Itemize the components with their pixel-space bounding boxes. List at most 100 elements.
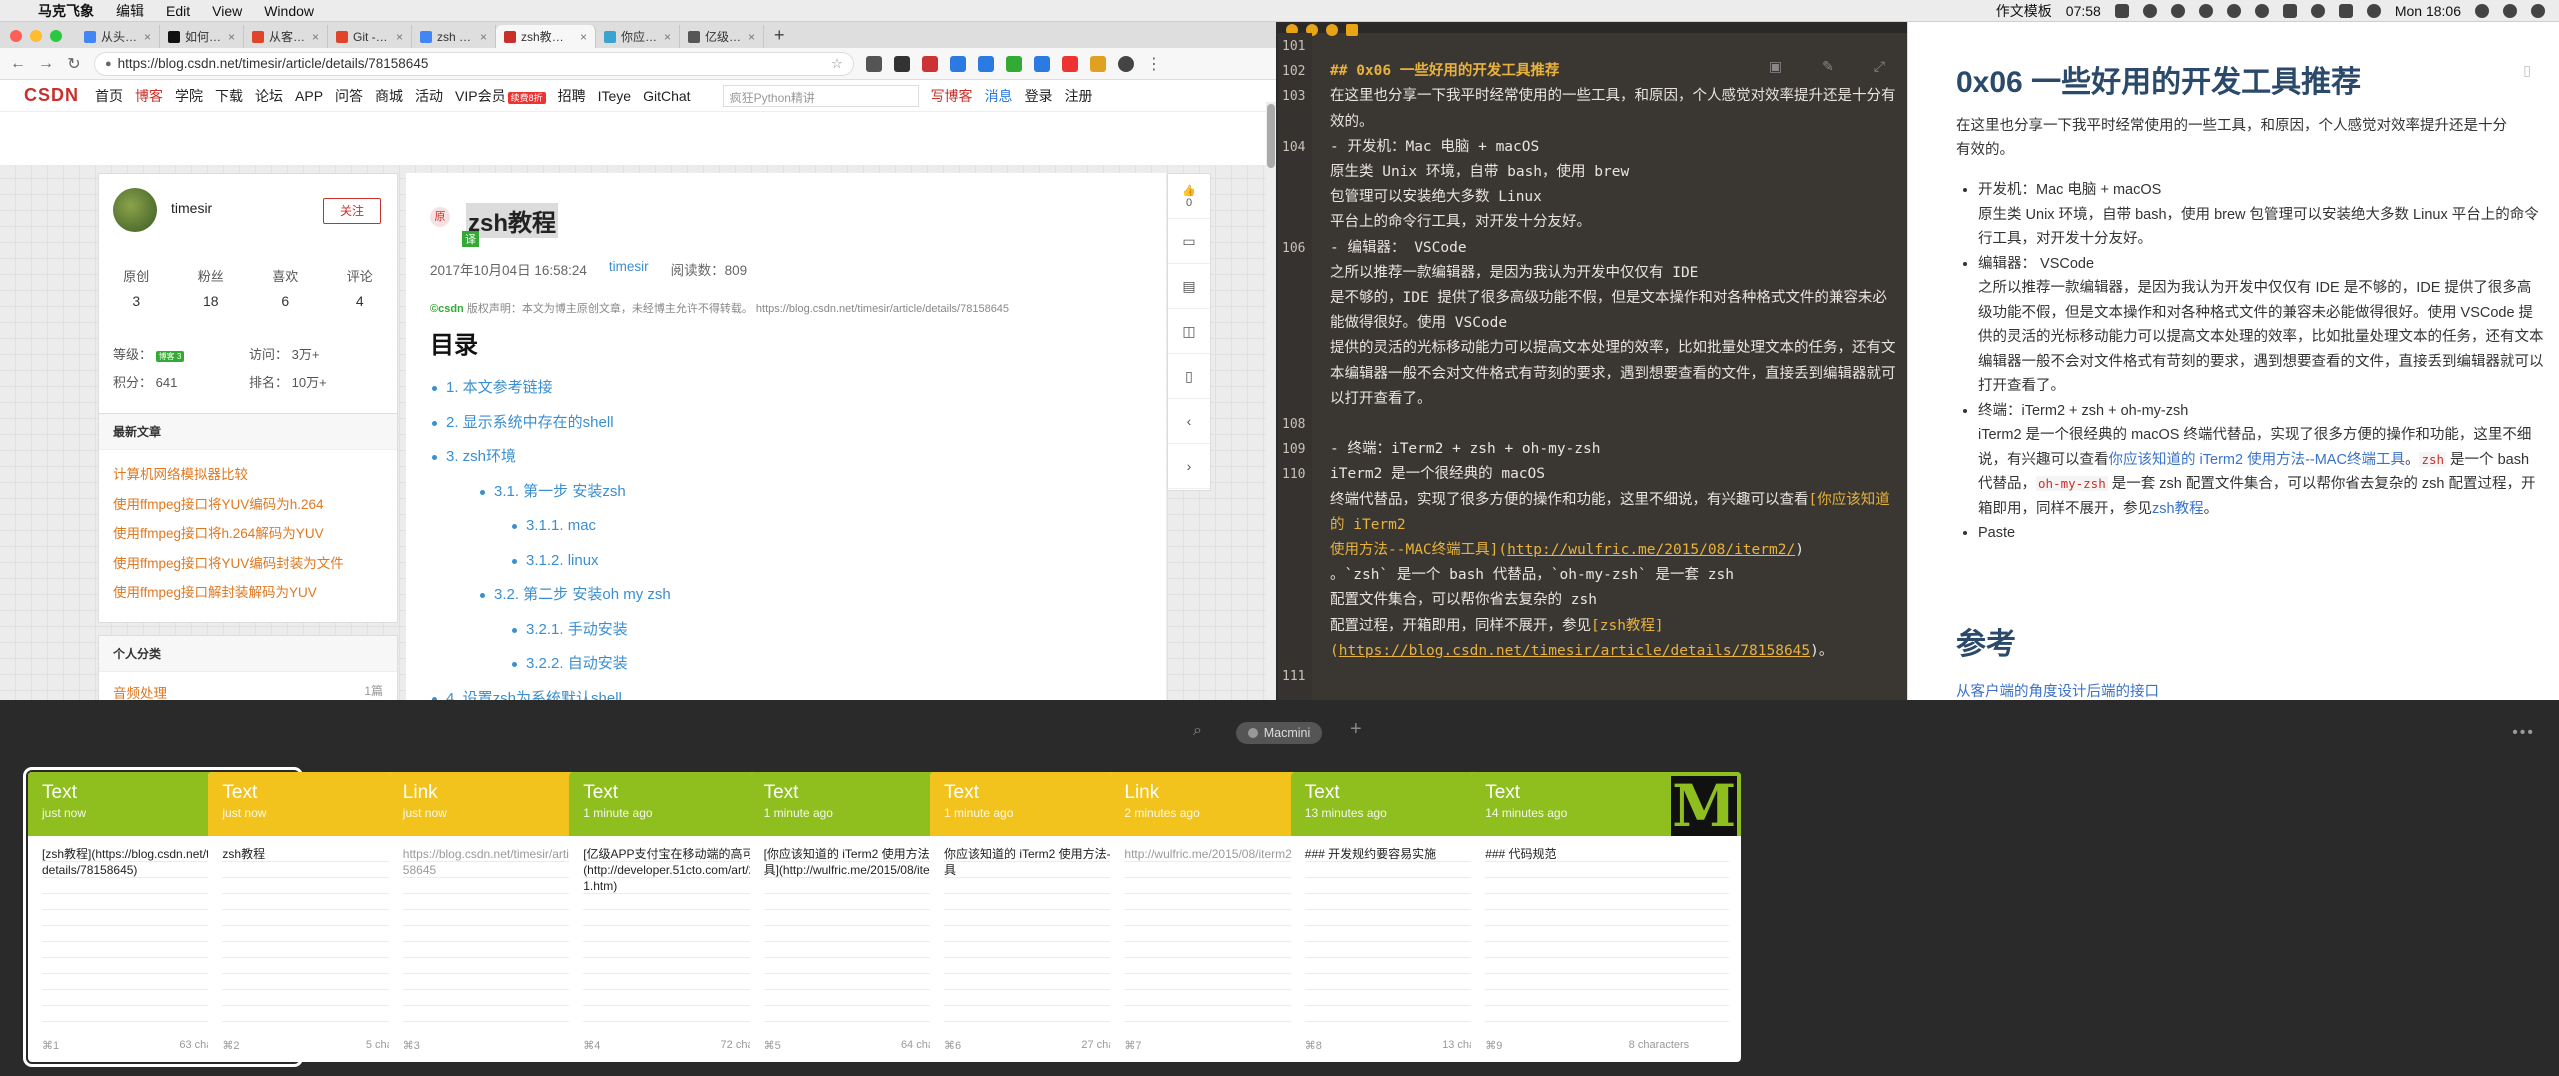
profile-avatar[interactable] [1118, 55, 1134, 72]
extension-icon[interactable] [866, 55, 882, 72]
recent-article-link[interactable]: 使用ffmpeg接口将YUV编码封装为文件 [113, 549, 383, 579]
next-icon[interactable]: › [1168, 444, 1210, 489]
recent-article-link[interactable]: 使用ffmpeg接口解封装解码为YUV [113, 578, 383, 608]
editor-code[interactable]: 101 102 ## 0x06 一些好用的开发工具推荐 103 在这里也分享一下我平时经… [1278, 34, 1907, 689]
close-icon[interactable]: × [580, 30, 587, 44]
close-icon[interactable]: × [396, 30, 403, 44]
nav-item[interactable]: 招聘 [558, 86, 586, 106]
login-link[interactable]: 登录 [1025, 86, 1053, 106]
reference-link[interactable]: 从客户端的角度设计后端的接口 [1956, 680, 2159, 700]
line-content[interactable]: - 开发机：Mac 电脑 + macOS 原生类 Unix 环境，自带 bash… [1312, 135, 1907, 236]
line-content[interactable] [1312, 412, 1907, 437]
nav-item[interactable]: 论坛 [255, 86, 283, 106]
menu-window[interactable]: Window [264, 3, 314, 19]
volume-icon[interactable] [2366, 3, 2381, 18]
toc-item[interactable]: 3. zsh环境 [430, 440, 1150, 475]
register-link[interactable]: 注册 [1065, 86, 1093, 106]
translate-badge[interactable]: 译 [462, 231, 479, 247]
toc-item[interactable]: 3.1. 第一步 安装zsh [430, 475, 1150, 510]
extension-icon[interactable] [922, 55, 938, 72]
recent-article-link[interactable]: 计算机网络模拟器比较 [113, 460, 383, 490]
toc-item[interactable]: 3.2.1. 手动安装 [430, 613, 1150, 648]
nav-item[interactable]: 活动 [415, 86, 443, 106]
clip-card[interactable]: Text 14 minutes ago M ### 代码规范 ⌘9 8 character… [1471, 772, 1742, 1062]
article-author[interactable]: timesir [609, 259, 649, 279]
close-icon[interactable]: × [664, 30, 671, 44]
wifi-icon[interactable] [2310, 3, 2325, 18]
menu-clock[interactable]: Mon 18:06 [2395, 3, 2461, 19]
toc-item[interactable]: 3.1.1. mac [430, 509, 1150, 544]
close-icon[interactable]: × [228, 30, 235, 44]
toc-item[interactable]: 4. 设置zsh为系统默认shell [430, 682, 1150, 700]
nav-item[interactable]: 问答 [335, 86, 363, 106]
nav-item[interactable]: GitChat [643, 88, 690, 104]
search-icon[interactable] [2475, 3, 2489, 18]
code-line[interactable]: 104 - 开发机：Mac 电脑 + macOS 原生类 Unix 环境，自带 b… [1278, 135, 1907, 236]
reload-icon[interactable]: ↻ [66, 54, 82, 74]
recent-article-link[interactable]: 使用ffmpeg接口将h.264解码为YUV [113, 519, 383, 549]
toc-item[interactable]: 3.2. 第二步 安装oh my zsh [430, 578, 1150, 613]
avatar[interactable] [113, 188, 157, 232]
status-icon[interactable] [2282, 3, 2297, 18]
line-content[interactable] [1312, 664, 1907, 689]
page-scrollbar[interactable] [1266, 102, 1276, 700]
browser-tab[interactable]: zsh 教程 - Go × [412, 25, 496, 48]
browser-tab[interactable]: 亿级APP支付 × [680, 25, 764, 48]
line-content[interactable] [1312, 34, 1907, 59]
expand-icon[interactable]: ⤢ [1874, 58, 1885, 75]
code-line[interactable]: 110 iTerm2 是一个很经典的 macOS 终端代替品，实现了很多方便的操作… [1278, 462, 1907, 664]
scrollbar-thumb[interactable] [1267, 104, 1275, 168]
nav-item-vip[interactable]: VIP会员 续费8折 [455, 86, 546, 106]
previous-icon[interactable]: ‹ [1168, 399, 1210, 444]
nav-item[interactable]: 学院 [175, 86, 203, 106]
extension-icon[interactable] [1034, 55, 1050, 72]
markdown-editor[interactable]: 101 102 ## 0x06 一些好用的开发工具推荐 103 在这里也分享一下我平时经… [1278, 22, 1907, 700]
code-line[interactable]: 103 在这里也分享一下我平时经常使用的一些工具，和原因，个人感觉对效率提升还是十… [1278, 84, 1907, 134]
image-icon[interactable]: ▣ [1769, 58, 1782, 75]
extension-icon[interactable] [978, 55, 994, 72]
menu-edit-cn[interactable]: 编辑 [116, 1, 144, 21]
extension-icon[interactable] [894, 55, 910, 72]
close-icon[interactable]: × [480, 30, 487, 44]
code-line[interactable]: 109 - 终端：iTerm2 + zsh + oh-my-zsh [1278, 437, 1907, 462]
line-content[interactable]: - 编辑器： VSCode 之所以推荐一款编辑器，是因为我认为开发中仅仅有 ID… [1312, 236, 1907, 412]
status-icon[interactable] [2114, 3, 2129, 18]
browser-tab[interactable]: 你应该知道的 × [596, 25, 680, 48]
extension-icon[interactable] [950, 55, 966, 72]
maximize-icon[interactable] [50, 30, 62, 42]
toc-item[interactable]: 3.2.2. 自动安装 [430, 647, 1150, 682]
category-item[interactable]: 音频处理 1篇 [99, 672, 397, 700]
site-search-input[interactable]: 疯狂Python精讲 [722, 84, 919, 107]
close-icon[interactable]: × [144, 30, 151, 44]
menu-list-icon[interactable] [2531, 3, 2545, 18]
status-icon[interactable] [2170, 3, 2185, 18]
menu-template[interactable]: 作文模板 [1996, 1, 2052, 21]
url-field[interactable]: ● https://blog.csdn.net/timesir/article/… [94, 51, 854, 76]
messages-link[interactable]: 消息 [985, 86, 1013, 106]
menu-icon[interactable]: ⋮ [1146, 54, 1162, 74]
document-icon[interactable]: ▯ [2523, 62, 2531, 79]
close-icon[interactable]: × [312, 30, 319, 44]
browser-tab[interactable]: 从客户端的角 × [244, 25, 328, 48]
write-blog-link[interactable]: 写博客 [931, 86, 973, 106]
wechat-icon[interactable] [2142, 3, 2157, 18]
mobile-icon[interactable]: ▯ [1168, 354, 1210, 399]
extension-icon[interactable] [1090, 55, 1106, 72]
like-button[interactable]: 👍 0 [1168, 174, 1210, 219]
forward-icon[interactable]: → [38, 55, 54, 73]
new-tab-button[interactable]: + [764, 25, 795, 48]
back-icon[interactable]: ← [10, 55, 26, 73]
recent-article-link[interactable]: 使用ffmpeg接口将YUV编码为h.264 [113, 490, 383, 520]
csdn-logo[interactable]: CSDN [24, 85, 79, 106]
code-line[interactable]: 101 [1278, 34, 1907, 59]
nav-item[interactable]: 下载 [215, 86, 243, 106]
toc-item[interactable]: 1. 本文参考链接 [430, 371, 1150, 406]
user-icon[interactable] [2503, 3, 2517, 18]
device-pill[interactable]: Macmini [1236, 722, 1322, 744]
follow-button[interactable]: 关注 [323, 198, 381, 224]
star-icon[interactable]: ☆ [831, 56, 843, 72]
nav-item[interactable]: 商城 [375, 86, 403, 106]
battery-icon[interactable] [2338, 3, 2353, 18]
browser-tab[interactable]: 如何零基础学 × [160, 25, 244, 48]
minimize-icon[interactable] [30, 30, 42, 42]
